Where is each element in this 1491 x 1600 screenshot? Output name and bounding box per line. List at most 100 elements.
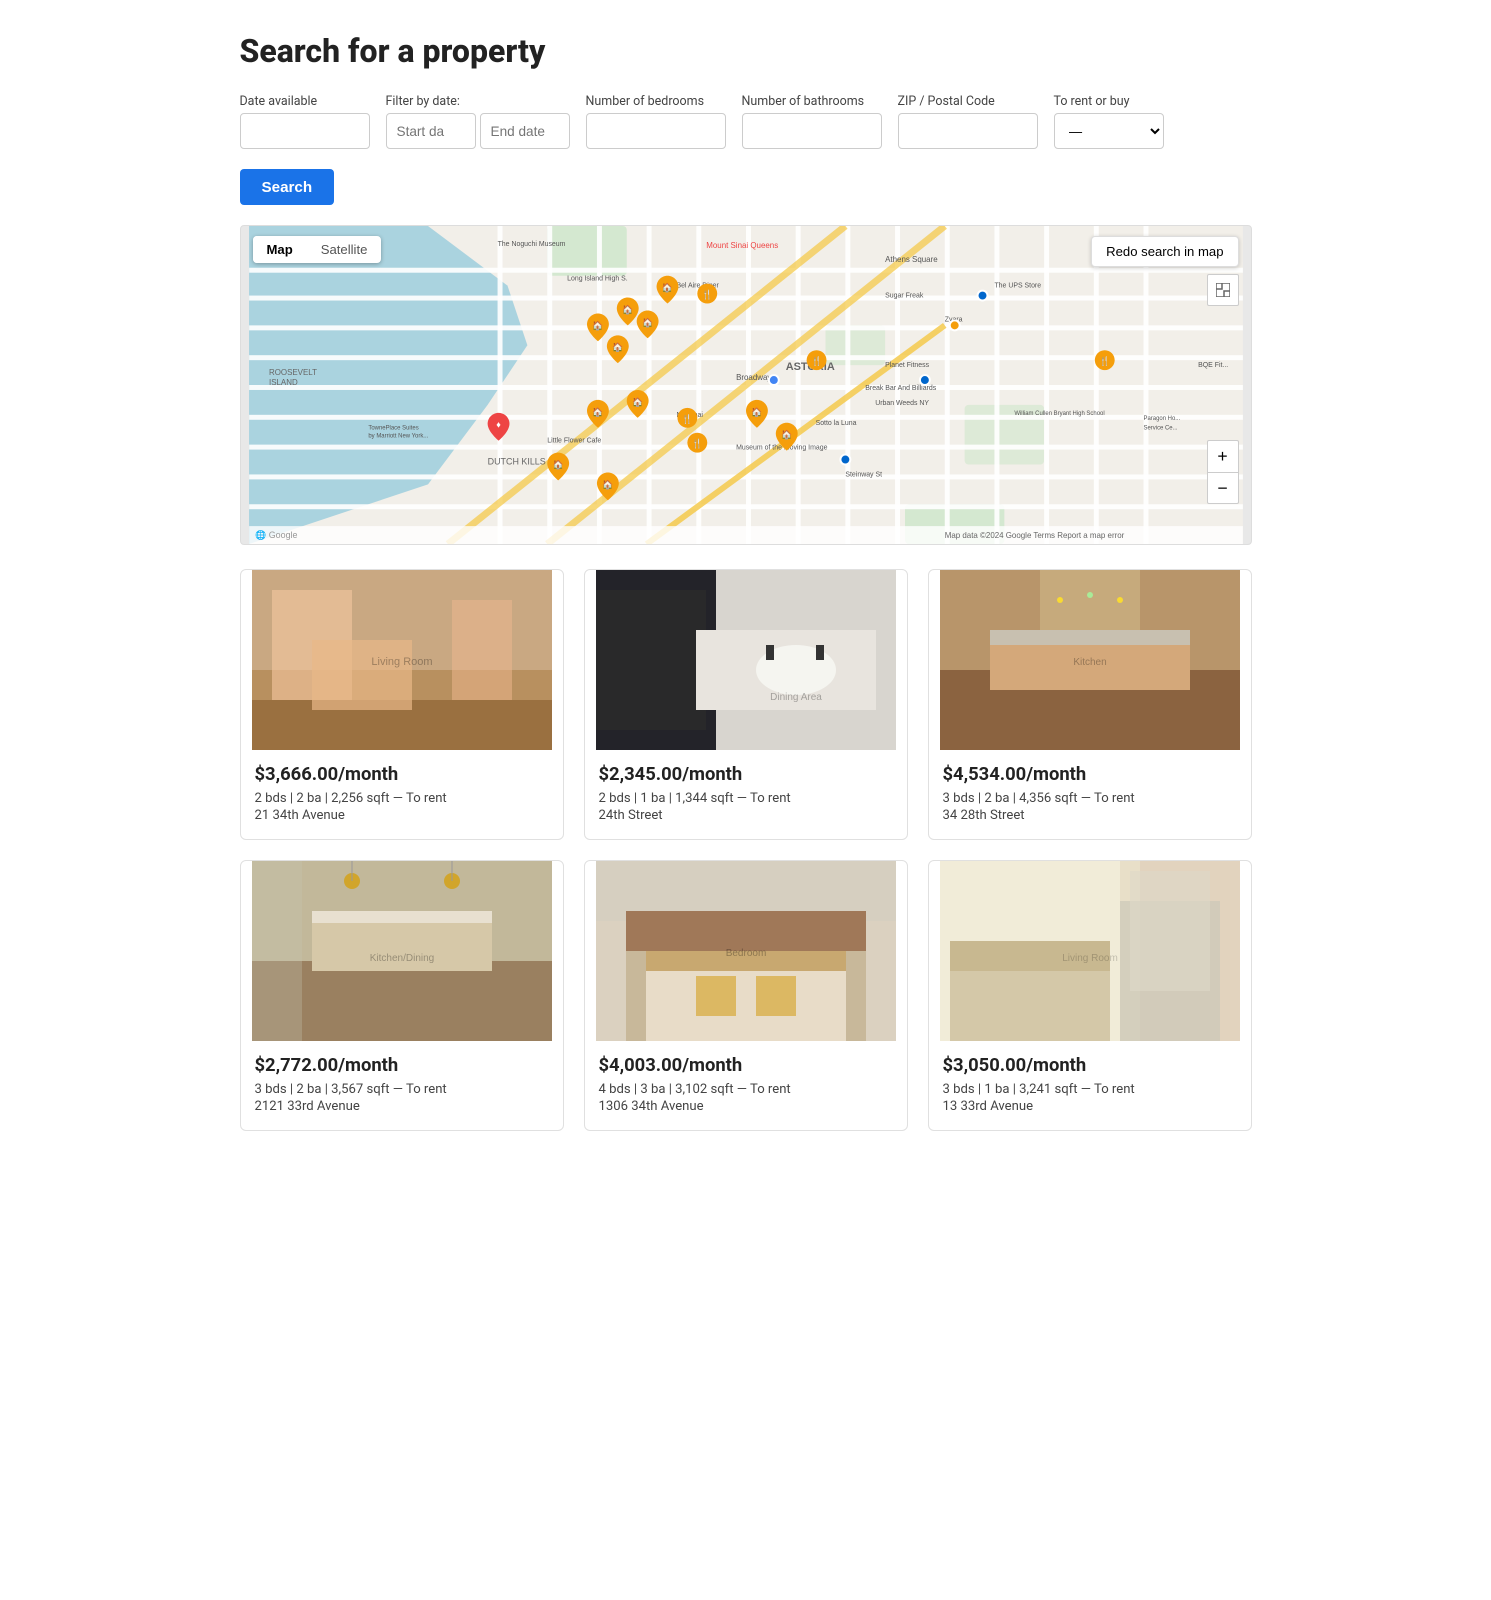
svg-text:by Marriott New York...: by Marriott New York... (368, 434, 428, 440)
property-card[interactable]: Kitchen $4,534.00/month 3 bds | 2 ba | 4… (928, 569, 1252, 840)
bathrooms-group: Number of bathrooms (742, 94, 882, 149)
svg-text:🏠: 🏠 (632, 397, 643, 408)
property-price: $4,534.00/month (943, 764, 1237, 785)
map-tab-satellite[interactable]: Satellite (307, 236, 382, 263)
svg-text:🍴: 🍴 (810, 355, 821, 367)
end-date-input[interactable] (480, 113, 570, 149)
map-expand-button[interactable] (1207, 274, 1239, 306)
svg-text:Kitchen/Dining: Kitchen/Dining (369, 953, 433, 964)
property-address: 1306 34th Avenue (599, 1099, 893, 1114)
property-card[interactable]: Kitchen/Dining $2,772.00/month 3 bds | 2… (240, 860, 564, 1131)
property-price: $4,003.00/month (599, 1055, 893, 1076)
svg-text:Living Room: Living Room (371, 656, 432, 668)
property-details: 4 bds | 3 ba | 3,102 sqft — To rent (599, 1082, 893, 1097)
property-details: 3 bds | 2 ba | 4,356 sqft — To rent (943, 791, 1237, 806)
property-price: $3,050.00/month (943, 1055, 1237, 1076)
property-address: 21 34th Avenue (255, 808, 549, 823)
property-grid: Living Room $3,666.00/month 2 bds | 2 ba… (240, 569, 1252, 1131)
date-available-group: Date available (240, 94, 370, 149)
zip-input[interactable] (898, 113, 1038, 149)
svg-text:Sugar Freak: Sugar Freak (885, 293, 924, 300)
svg-text:Steinway St: Steinway St (845, 471, 882, 478)
redo-search-button[interactable]: Redo search in map (1091, 236, 1238, 267)
property-card[interactable]: Bedroom $4,003.00/month 4 bds | 3 ba | 3… (584, 860, 908, 1131)
svg-text:🏠: 🏠 (622, 304, 633, 315)
svg-text:🌐 Google: 🌐 Google (255, 529, 297, 540)
rent-buy-group: To rent or buy — To rent To buy (1054, 94, 1164, 149)
map-tab-map[interactable]: Map (253, 236, 307, 263)
svg-text:Break Bar And Billiards: Break Bar And Billiards (865, 385, 936, 392)
svg-text:Service Ce...: Service Ce... (1143, 426, 1177, 432)
rent-buy-select[interactable]: — To rent To buy (1054, 113, 1164, 149)
svg-text:Living Room: Living Room (1062, 953, 1118, 964)
zoom-in-button[interactable]: + (1207, 440, 1239, 472)
property-price: $2,345.00/month (599, 764, 893, 785)
svg-text:🏠: 🏠 (602, 479, 613, 490)
svg-text:🏠: 🏠 (751, 407, 762, 418)
svg-text:ISLAND: ISLAND (269, 378, 298, 387)
svg-text:Urban Weeds NY: Urban Weeds NY (875, 400, 929, 407)
property-price: $2,772.00/month (255, 1055, 549, 1076)
svg-text:🏠: 🏠 (592, 320, 603, 331)
property-details: 3 bds | 2 ba | 3,567 sqft — To rent (255, 1082, 549, 1097)
svg-text:Little Flower Cafe: Little Flower Cafe (547, 438, 601, 445)
date-range-inputs (386, 113, 570, 149)
property-image: Kitchen/Dining (241, 861, 563, 1041)
svg-text:Sotto la Luna: Sotto la Luna (815, 420, 856, 427)
svg-text:Paragon Ho...: Paragon Ho... (1143, 416, 1180, 422)
map-svg: ASTORIA ROOSEVELT ISLAND DUTCH KILLS Mou… (241, 226, 1251, 544)
page-title: Search for a property (240, 32, 1252, 70)
svg-text:Map data ©2024 Google Terms: Map data ©2024 Google Terms Report a map… (944, 531, 1124, 540)
property-image: Kitchen (929, 570, 1251, 750)
svg-text:ROOSEVELT: ROOSEVELT (269, 368, 317, 377)
filters-bar: Date available Filter by date: Number of… (240, 94, 1252, 149)
property-details: 2 bds | 1 ba | 1,344 sqft — To rent (599, 791, 893, 806)
svg-text:🍴: 🍴 (681, 413, 692, 425)
rent-buy-label: To rent or buy (1054, 94, 1164, 109)
property-address: 24th Street (599, 808, 893, 823)
bedrooms-label: Number of bedrooms (586, 94, 726, 109)
expand-icon (1216, 283, 1230, 297)
filter-by-date-label: Filter by date: (386, 94, 570, 109)
bathrooms-input[interactable] (742, 113, 882, 149)
zip-group: ZIP / Postal Code (898, 94, 1038, 149)
search-button[interactable]: Search (240, 169, 335, 205)
property-address: 2121 33rd Avenue (255, 1099, 549, 1114)
svg-text:Kitchen: Kitchen (1073, 657, 1106, 668)
property-info: $2,345.00/month 2 bds | 1 ba | 1,344 sqf… (585, 750, 907, 839)
svg-text:Broadway: Broadway (736, 373, 771, 382)
svg-text:Planet Fitness: Planet Fitness (885, 362, 929, 369)
property-address: 34 28th Street (943, 808, 1237, 823)
svg-text:🏠: 🏠 (642, 317, 653, 328)
svg-text:🏠: 🏠 (661, 283, 672, 294)
property-details: 3 bds | 1 ba | 3,241 sqft — To rent (943, 1082, 1237, 1097)
property-price: $3,666.00/month (255, 764, 549, 785)
property-card[interactable]: Living Room $3,666.00/month 2 bds | 2 ba… (240, 569, 564, 840)
property-info: $4,534.00/month 3 bds | 2 ba | 4,356 sqf… (929, 750, 1251, 839)
property-card[interactable]: Living Room $3,050.00/month 3 bds | 1 ba… (928, 860, 1252, 1131)
zip-label: ZIP / Postal Code (898, 94, 1038, 109)
svg-text:Dining Area: Dining Area (770, 692, 822, 703)
svg-text:🏠: 🏠 (612, 342, 623, 353)
property-info: $3,050.00/month 3 bds | 1 ba | 3,241 sqf… (929, 1041, 1251, 1130)
start-date-input[interactable] (386, 113, 476, 149)
property-image: Dining Area (585, 570, 907, 750)
zoom-out-button[interactable]: − (1207, 472, 1239, 504)
property-image: Living Room (241, 570, 563, 750)
svg-text:Long Island High S.: Long Island High S. (567, 276, 628, 283)
svg-text:🍴: 🍴 (701, 289, 712, 301)
date-available-input[interactable] (240, 113, 370, 149)
property-card[interactable]: Dining Area $2,345.00/month 2 bds | 1 ba… (584, 569, 908, 840)
bedrooms-input[interactable] (586, 113, 726, 149)
map-container: ASTORIA ROOSEVELT ISLAND DUTCH KILLS Mou… (240, 225, 1252, 545)
svg-text:The Noguchi Museum: The Noguchi Museum (497, 241, 565, 248)
map-tabs: Map Satellite (253, 236, 382, 263)
bathrooms-label: Number of bathrooms (742, 94, 882, 109)
map-zoom-controls: + − (1207, 440, 1239, 504)
svg-text:Mount Sinai Queens: Mount Sinai Queens (706, 241, 778, 250)
svg-text:♦: ♦ (496, 421, 501, 431)
date-available-label: Date available (240, 94, 370, 109)
property-image: Bedroom (585, 861, 907, 1041)
property-image: Living Room (929, 861, 1251, 1041)
property-info: $4,003.00/month 4 bds | 3 ba | 3,102 sqf… (585, 1041, 907, 1130)
